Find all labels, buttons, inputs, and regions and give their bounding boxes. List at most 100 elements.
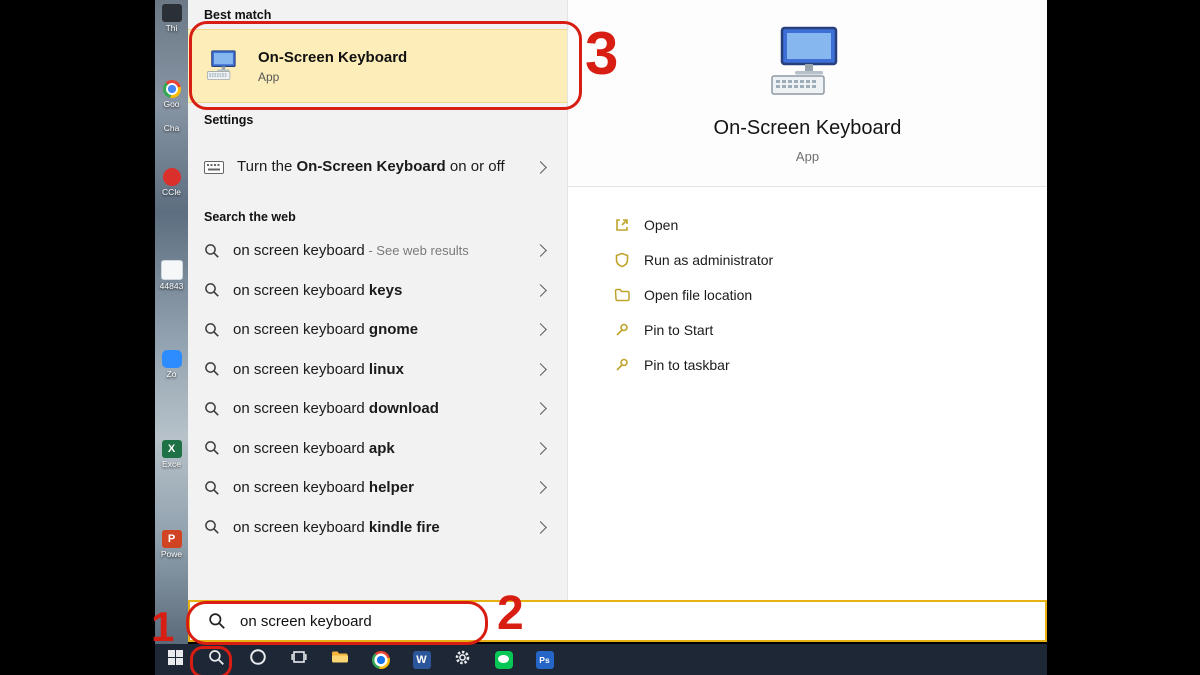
web-suggestion-row[interactable]: on screen keyboard apk bbox=[188, 429, 567, 469]
word-button[interactable]: W bbox=[401, 644, 442, 675]
on-screen-keyboard-icon bbox=[764, 87, 852, 104]
action-label: Pin to taskbar bbox=[644, 357, 730, 373]
search-the-web-header: Search the web bbox=[188, 200, 567, 231]
web-suggestion-row[interactable]: on screen keyboard gnome bbox=[188, 310, 567, 350]
chevron-right-icon[interactable] bbox=[534, 521, 547, 534]
preview-panel: On-Screen Keyboard App Open Run as admin… bbox=[568, 0, 1047, 601]
annotation-step-3: 3 bbox=[585, 24, 618, 84]
desktop-icon[interactable]: CCle bbox=[155, 168, 188, 197]
chrome-icon bbox=[372, 651, 390, 669]
search-icon bbox=[204, 282, 220, 298]
web-suggestion-row[interactable]: on screen keyboard keys bbox=[188, 271, 567, 311]
annotation-step-2: 2 bbox=[497, 590, 524, 638]
best-match-title: On-Screen Keyboard bbox=[258, 49, 407, 66]
zoom-icon bbox=[162, 350, 182, 368]
open-icon bbox=[614, 217, 630, 233]
chevron-right-icon[interactable] bbox=[534, 442, 547, 455]
action-pin-to-taskbar[interactable]: Pin to taskbar bbox=[614, 347, 1047, 382]
start-icon bbox=[168, 650, 183, 670]
search-icon bbox=[204, 243, 220, 259]
document-icon bbox=[161, 260, 183, 280]
web-suggestion-row[interactable]: on screen keyboard download bbox=[188, 389, 567, 429]
best-match-type: App bbox=[258, 70, 407, 84]
word-icon: W bbox=[413, 651, 431, 669]
preview-title: On-Screen Keyboard bbox=[568, 117, 1047, 140]
settings-item[interactable]: Turn the On-Screen Keyboard on or off bbox=[188, 134, 567, 200]
settings-item-text: Turn the bbox=[237, 158, 296, 175]
desktop-icon-label: Thi bbox=[155, 24, 188, 33]
chevron-right-icon[interactable] bbox=[534, 363, 547, 376]
chevron-right-icon[interactable] bbox=[534, 284, 547, 297]
action-open-file-location[interactable]: Open file location bbox=[614, 277, 1047, 312]
this-pc-icon bbox=[162, 4, 182, 22]
desktop-icon-label: Cha bbox=[155, 124, 188, 133]
cortana-button[interactable] bbox=[237, 644, 278, 675]
action-label: Run as administrator bbox=[644, 252, 773, 268]
desktop-icon-label: Powe bbox=[155, 550, 188, 559]
desktop-icon[interactable]: Cha bbox=[155, 122, 188, 133]
file-explorer-button[interactable] bbox=[319, 644, 360, 675]
taskbar-search-button[interactable] bbox=[196, 644, 237, 675]
desktop-icon-label: Zo bbox=[155, 370, 188, 379]
best-match-header: Best match bbox=[188, 0, 567, 29]
desktop-icon[interactable]: Goo bbox=[155, 80, 188, 109]
task-view-icon bbox=[291, 649, 307, 670]
desktop-icon[interactable]: Zo bbox=[155, 350, 188, 379]
desktop-icon[interactable]: P Powe bbox=[155, 530, 188, 559]
desktop-icon-label: Goo bbox=[155, 100, 188, 109]
desktop-icon-label: 44843 bbox=[155, 282, 188, 291]
web-suggestion-row[interactable]: on screen keyboard linux bbox=[188, 350, 567, 390]
on-screen-keyboard-icon bbox=[204, 50, 242, 82]
desktop-icon[interactable]: Thi bbox=[155, 4, 188, 33]
photoshop-button[interactable]: Ps bbox=[524, 644, 565, 675]
cortana-icon bbox=[249, 648, 267, 671]
search-icon bbox=[204, 361, 220, 377]
search-icon bbox=[204, 322, 220, 338]
run-as-admin-icon bbox=[614, 252, 630, 268]
action-label: Open file location bbox=[644, 287, 752, 303]
chevron-right-icon[interactable] bbox=[534, 402, 547, 415]
line-icon bbox=[495, 651, 513, 669]
chevron-right-icon[interactable] bbox=[534, 244, 547, 257]
chevron-right-icon[interactable] bbox=[534, 323, 547, 336]
photoshop-icon: Ps bbox=[536, 651, 554, 669]
search-icon bbox=[204, 401, 220, 417]
action-pin-to-start[interactable]: Pin to Start bbox=[614, 312, 1047, 347]
action-label: Open bbox=[644, 217, 678, 233]
desktop-icon[interactable]: 44843 bbox=[155, 260, 188, 291]
web-suggestion-row[interactable]: on screen keyboard - See web results bbox=[188, 231, 567, 271]
best-match-item[interactable]: On-Screen Keyboard App bbox=[188, 29, 567, 103]
annotation-step-1: 1 bbox=[151, 606, 174, 648]
excel-icon: X bbox=[162, 440, 182, 458]
search-icon bbox=[204, 519, 220, 535]
settings-gear-icon bbox=[454, 649, 471, 671]
chevron-right-icon[interactable] bbox=[534, 481, 547, 494]
chevron-right-icon[interactable] bbox=[534, 161, 547, 174]
settings-header: Settings bbox=[188, 103, 567, 134]
action-run-as-administrator[interactable]: Run as administrator bbox=[614, 242, 1047, 277]
chrome-button[interactable] bbox=[360, 644, 401, 675]
windows-search-screenshot: Thi Goo Cha CCle 44843 Zo X Exce P Powe bbox=[0, 0, 1200, 675]
file-explorer-icon bbox=[331, 650, 349, 669]
settings-button[interactable] bbox=[442, 644, 483, 675]
desktop-icon-label: CCle bbox=[155, 188, 188, 197]
line-button[interactable] bbox=[483, 644, 524, 675]
chrome-icon bbox=[163, 80, 181, 98]
powerpoint-icon: P bbox=[162, 530, 182, 548]
task-view-button[interactable] bbox=[278, 644, 319, 675]
search-icon bbox=[208, 649, 225, 671]
search-icon bbox=[204, 480, 220, 496]
web-suggestion-row[interactable]: on screen keyboard helper bbox=[188, 468, 567, 508]
action-open[interactable]: Open bbox=[614, 207, 1047, 242]
search-bar[interactable]: on screen keyboard bbox=[188, 600, 1047, 642]
context-actions: Open Run as administrator Open file loca… bbox=[568, 187, 1047, 382]
pin-to-start-icon bbox=[614, 322, 630, 338]
search-results-panel: Best match On-Screen Keyboard App bbox=[188, 0, 568, 601]
preview-type: App bbox=[568, 149, 1047, 164]
search-input[interactable]: on screen keyboard bbox=[240, 613, 372, 630]
desktop-strip: Thi Goo Cha CCle 44843 Zo X Exce P Powe bbox=[155, 0, 188, 644]
open-file-location-icon bbox=[614, 287, 630, 303]
desktop-icon[interactable]: X Exce bbox=[155, 440, 188, 469]
web-suggestion-row[interactable]: on screen keyboard kindle fire bbox=[188, 508, 567, 548]
ccleaner-icon bbox=[163, 168, 181, 186]
